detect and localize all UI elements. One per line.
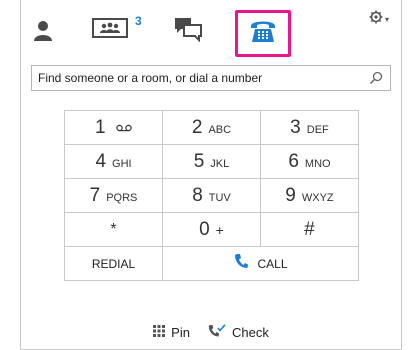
- key-digit: 4: [95, 150, 107, 172]
- key-hash[interactable]: #: [259, 212, 360, 247]
- dialpad-phone-icon: [249, 18, 277, 49]
- pin-label: Pin: [171, 324, 190, 340]
- check-label: Check: [231, 324, 269, 340]
- dial-pad: 1 2 ABC 3 DEF 4 GHI 5 JKL 6 MNO 7 PQRS 8…: [63, 110, 360, 281]
- key-digit: 2: [191, 116, 203, 138]
- key-digit: #: [304, 218, 315, 240]
- person-icon: [33, 21, 53, 46]
- key-letters: JKL: [210, 157, 230, 170]
- key-digit: 1: [95, 116, 106, 138]
- footer-bar: Pin Check: [21, 322, 401, 342]
- key-letters: TUV: [208, 191, 231, 204]
- key-digit: 6: [288, 150, 299, 172]
- voicemail-icon: [116, 119, 132, 137]
- phone-check-icon: [208, 323, 226, 341]
- chat-bubbles-icon: [173, 18, 203, 46]
- key-4[interactable]: 4 GHI: [63, 144, 164, 179]
- key-8[interactable]: 8 TUV: [162, 178, 261, 213]
- key-digit: 0: [199, 218, 210, 240]
- key-digit: 9: [285, 184, 296, 206]
- call-button[interactable]: CALL: [162, 246, 359, 281]
- tab-chat[interactable]: [173, 16, 203, 47]
- key-letters: DEF: [306, 123, 329, 136]
- dialpad-icon: [153, 324, 166, 340]
- key-3[interactable]: 3 DEF: [259, 110, 360, 145]
- key-digit: 7: [89, 184, 101, 206]
- phone-panel: 3 ▾ Find someone or a room, or dial a nu…: [20, 0, 402, 350]
- key-6[interactable]: 6 MNO: [259, 144, 360, 179]
- redial-button[interactable]: REDIAL: [63, 246, 164, 281]
- key-5[interactable]: 5 JKL: [162, 144, 261, 179]
- key-0[interactable]: 0 +: [162, 212, 261, 247]
- key-letters: GHI: [112, 157, 132, 170]
- key-7[interactable]: 7 PQRS: [63, 178, 164, 213]
- search-icon[interactable]: [366, 68, 386, 88]
- tab-conversations[interactable]: [91, 16, 131, 45]
- key-letters: ABC: [208, 123, 232, 136]
- tab-bar: 3 ▾: [21, 0, 401, 58]
- key-letters: MNO: [304, 157, 331, 170]
- check-voicemail-button[interactable]: Check: [208, 323, 269, 341]
- conversations-icon: [91, 18, 131, 44]
- search-input[interactable]: [32, 67, 366, 89]
- pin-button[interactable]: Pin: [153, 324, 190, 340]
- key-letters: WXYZ: [301, 191, 334, 204]
- key-digit: *: [110, 220, 117, 238]
- key-1[interactable]: 1: [63, 110, 164, 145]
- key-digit: 3: [290, 116, 301, 138]
- key-star[interactable]: *: [63, 212, 164, 247]
- phone-handset-icon: [234, 253, 248, 274]
- search-box: [31, 65, 391, 91]
- redial-label: REDIAL: [91, 256, 136, 271]
- key-2[interactable]: 2 ABC: [162, 110, 261, 145]
- conversations-badge: 3: [135, 14, 142, 28]
- key-digit: 5: [193, 150, 205, 172]
- key-digit: 8: [192, 184, 203, 206]
- chevron-down-icon: ▾: [385, 15, 390, 24]
- key-letters: +: [215, 221, 224, 238]
- tab-phone[interactable]: [235, 10, 291, 57]
- tab-contacts[interactable]: [33, 20, 53, 47]
- options-menu-button[interactable]: ▾: [369, 10, 389, 29]
- key-9[interactable]: 9 WXYZ: [259, 178, 360, 213]
- call-label: CALL: [257, 256, 288, 271]
- gear-icon: [369, 10, 383, 29]
- key-letters: PQRS: [106, 191, 138, 204]
